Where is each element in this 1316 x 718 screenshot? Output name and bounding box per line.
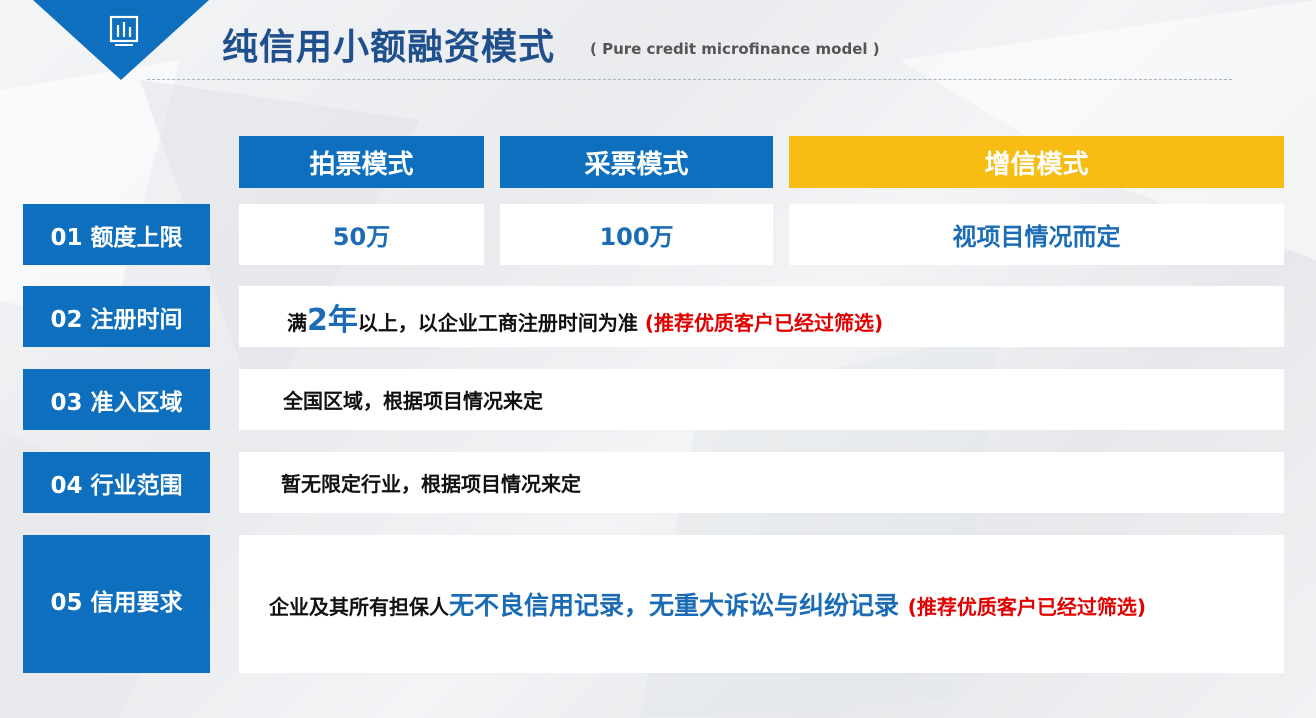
bar-chart-icon	[109, 15, 139, 46]
column-header-credit-enhancement: 增信模式	[789, 136, 1284, 188]
cell-credit: 企业及其所有担保人无不良信用记录，无重大诉讼与纠纷记录 (推荐优质客户已经过筛选…	[239, 535, 1284, 673]
row-label-credit: 05 信用要求	[23, 535, 210, 673]
column-header-auction: 拍票模式	[239, 136, 484, 188]
cell-registration: 满2年以上，以企业工商注册时间为准 (推荐优质客户已经过筛选)	[239, 286, 1284, 347]
cell-limit-enhancement: 视项目情况而定	[789, 204, 1284, 265]
cell-region: 全国区域，根据项目情况来定	[239, 369, 1284, 430]
cell-limit-auction: 50万	[239, 204, 484, 265]
page-title: 纯信用小额融资模式	[222, 27, 556, 68]
cell-industry: 暂无限定行业，根据项目情况来定	[239, 452, 1284, 513]
row-label-industry: 04 行业范围	[23, 452, 210, 513]
row-label-region: 03 准入区域	[23, 369, 210, 430]
cell-limit-purchase: 100万	[500, 204, 773, 265]
row-label-registration: 02 注册时间	[23, 286, 210, 347]
title-divider	[147, 79, 1232, 80]
page-subtitle: ( Pure credit microfinance model )	[590, 40, 880, 58]
row-label-limit: 01 额度上限	[23, 204, 210, 265]
column-header-purchase: 采票模式	[500, 136, 773, 188]
